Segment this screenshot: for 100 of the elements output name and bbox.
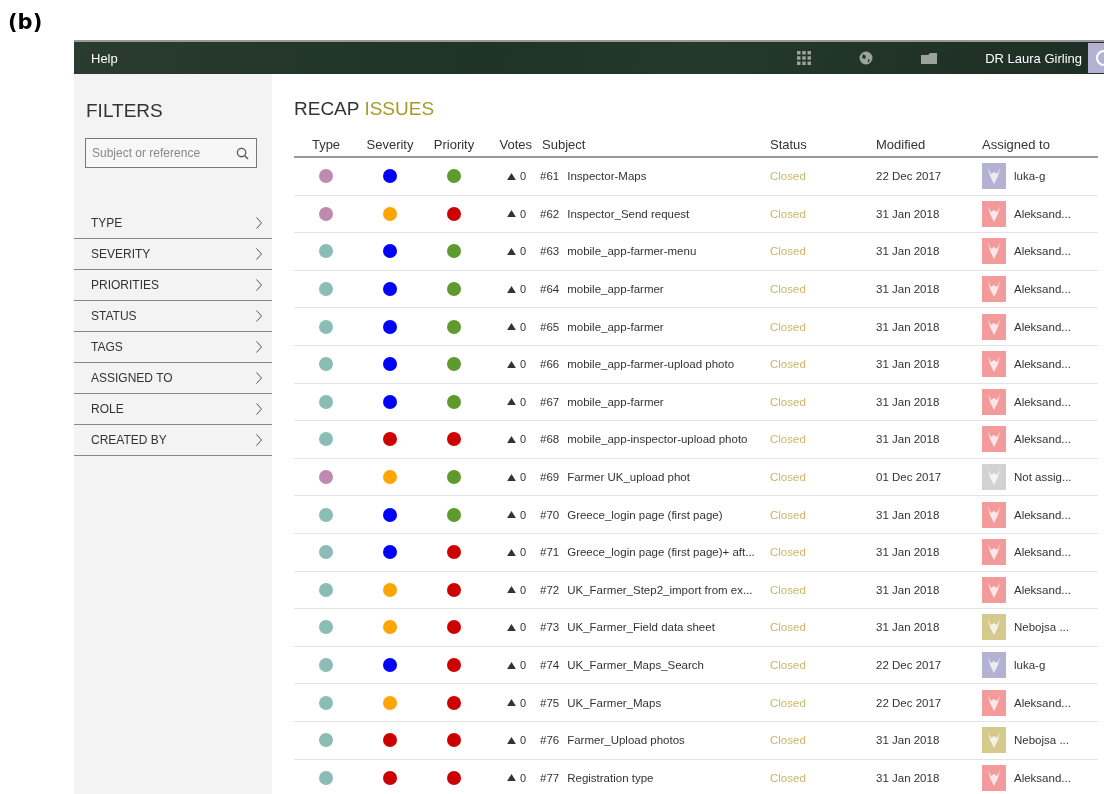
- issue-subject[interactable]: mobile_app-farmer-menu: [567, 245, 697, 258]
- issue-subject[interactable]: mobile_app-farmer: [567, 283, 664, 296]
- issue-subject[interactable]: Registration type: [567, 771, 654, 784]
- assignee-name: Not assig...: [1014, 471, 1072, 484]
- status-text: Closed: [770, 546, 806, 559]
- upvote-icon[interactable]: [506, 398, 516, 406]
- filter-item[interactable]: SEVERITY: [74, 239, 272, 270]
- upvote-icon[interactable]: [506, 172, 516, 180]
- upvote-icon[interactable]: [506, 774, 516, 782]
- grid-icon[interactable]: [797, 51, 812, 65]
- vote-count: 0: [519, 395, 526, 408]
- issue-subject[interactable]: UK_Farmer_Maps_Search: [567, 659, 704, 671]
- globe-icon[interactable]: [859, 51, 874, 65]
- issue-ref: #73: [540, 621, 560, 634]
- issue-ref: #66: [540, 358, 560, 371]
- filter-item[interactable]: TYPE: [74, 208, 272, 239]
- issue-subject[interactable]: Greece_login page (first page)+ aft...: [567, 546, 755, 559]
- modified-date: 31 Jan 2018: [876, 734, 940, 747]
- issue-subject[interactable]: Greece_login page (first page): [567, 508, 723, 521]
- chevron-right-icon: [256, 217, 262, 229]
- issue-subject[interactable]: mobile_app-farmer: [567, 320, 664, 333]
- issue-ref: #71: [540, 546, 560, 559]
- column-header[interactable]: Modified: [876, 136, 982, 152]
- modified-date: 31 Jan 2018: [876, 621, 940, 634]
- folder-icon[interactable]: [921, 52, 938, 64]
- status-text: Closed: [770, 320, 806, 333]
- column-header[interactable]: Votes: [486, 136, 540, 152]
- column-header[interactable]: Subject: [540, 136, 770, 152]
- chevron-right-icon: [256, 434, 262, 446]
- modified-date: 31 Jan 2018: [876, 245, 940, 258]
- issue-subject[interactable]: Inspector_Send request: [567, 207, 690, 220]
- issue-subject[interactable]: UK_Farmer_Field data sheet: [567, 621, 715, 634]
- help-link[interactable]: Help: [91, 50, 118, 66]
- upvote-icon[interactable]: [506, 285, 516, 293]
- upvote-icon[interactable]: [506, 661, 516, 669]
- status-text: Closed: [770, 471, 806, 484]
- column-header[interactable]: Assigned to: [982, 136, 1098, 152]
- upvote-icon[interactable]: [506, 699, 516, 707]
- vote-count: 0: [519, 771, 526, 784]
- upvote-icon[interactable]: [506, 623, 516, 631]
- upvote-icon[interactable]: [506, 248, 516, 255]
- filters-title: FILTERS: [86, 100, 164, 122]
- upvote-icon[interactable]: [506, 435, 516, 443]
- user-name[interactable]: DR Laura Girling: [985, 50, 1082, 66]
- upvote-icon[interactable]: [506, 473, 516, 481]
- modified-date: 22 Dec 2017: [876, 659, 942, 671]
- modified-date: 31 Jan 2018: [876, 358, 940, 371]
- chevron-right-icon: [256, 403, 262, 415]
- filter-item[interactable]: CREATED BY: [74, 425, 272, 456]
- vote-count: 0: [519, 696, 526, 709]
- issue-ref: #72: [540, 583, 560, 596]
- issue-subject[interactable]: mobile_app-farmer: [567, 395, 664, 408]
- upvote-icon[interactable]: [506, 548, 516, 556]
- modified-date: 31 Jan 2018: [876, 283, 940, 296]
- status-text: Closed: [770, 207, 806, 220]
- modified-date: 31 Jan 2018: [876, 771, 940, 784]
- assignee-name: Aleksand...: [1014, 433, 1071, 446]
- assignee-name: Aleksand...: [1014, 696, 1071, 709]
- filter-item[interactable]: TAGS: [74, 332, 272, 363]
- status-text: Closed: [770, 395, 806, 408]
- vote-count: 0: [519, 471, 526, 484]
- issue-ref: #76: [540, 734, 560, 747]
- upvote-icon[interactable]: [506, 360, 516, 368]
- filter-item[interactable]: ASSIGNED TO: [74, 363, 272, 394]
- issue-ref: #70: [540, 508, 560, 521]
- issue-ref: #68: [540, 433, 560, 446]
- issue-subject[interactable]: mobile_app-farmer-upload photo: [567, 358, 735, 371]
- assignee-name: Nebojsa ...: [1014, 734, 1069, 747]
- issue-ref: #69: [540, 471, 560, 484]
- status-text: Closed: [770, 245, 806, 258]
- vote-count: 0: [519, 207, 526, 220]
- filter-item[interactable]: STATUS: [74, 301, 272, 332]
- assignee-name: Aleksand...: [1014, 771, 1071, 784]
- status-text: Closed: [770, 358, 806, 371]
- status-text: Closed: [770, 734, 806, 747]
- issue-subject[interactable]: Farmer UK_upload phot: [567, 471, 690, 484]
- issue-subject[interactable]: Inspector-Maps: [567, 170, 647, 183]
- vote-count: 0: [519, 433, 526, 446]
- column-header[interactable]: Priority: [422, 136, 486, 152]
- issue-subject[interactable]: UK_Farmer_Maps: [567, 696, 662, 709]
- filter-item[interactable]: ROLE: [74, 394, 272, 425]
- upvote-icon[interactable]: [506, 210, 516, 218]
- issue-subject[interactable]: mobile_app-inspector-upload photo: [567, 433, 748, 446]
- upvote-icon[interactable]: [506, 586, 516, 594]
- upvote-icon[interactable]: [506, 736, 516, 744]
- assignee-name: Aleksand...: [1014, 245, 1071, 258]
- search-field[interactable]: Subject or reference: [85, 138, 257, 168]
- issue-subject[interactable]: Farmer_Upload photos: [567, 734, 685, 747]
- issue-ref: #77: [540, 771, 560, 784]
- chevron-right-icon: [256, 279, 262, 291]
- upvote-icon[interactable]: [506, 323, 516, 331]
- issue-subject[interactable]: UK_Farmer_Step2_import from ex...: [567, 583, 753, 596]
- vote-count: 0: [519, 734, 526, 747]
- status-text: Closed: [770, 696, 806, 709]
- column-header[interactable]: Severity: [358, 136, 422, 152]
- upvote-icon[interactable]: [506, 511, 516, 519]
- chevron-right-icon: [256, 372, 262, 384]
- column-header[interactable]: Status: [770, 136, 876, 152]
- filter-item[interactable]: PRIORITIES: [74, 270, 272, 301]
- column-header[interactable]: Type: [294, 136, 358, 152]
